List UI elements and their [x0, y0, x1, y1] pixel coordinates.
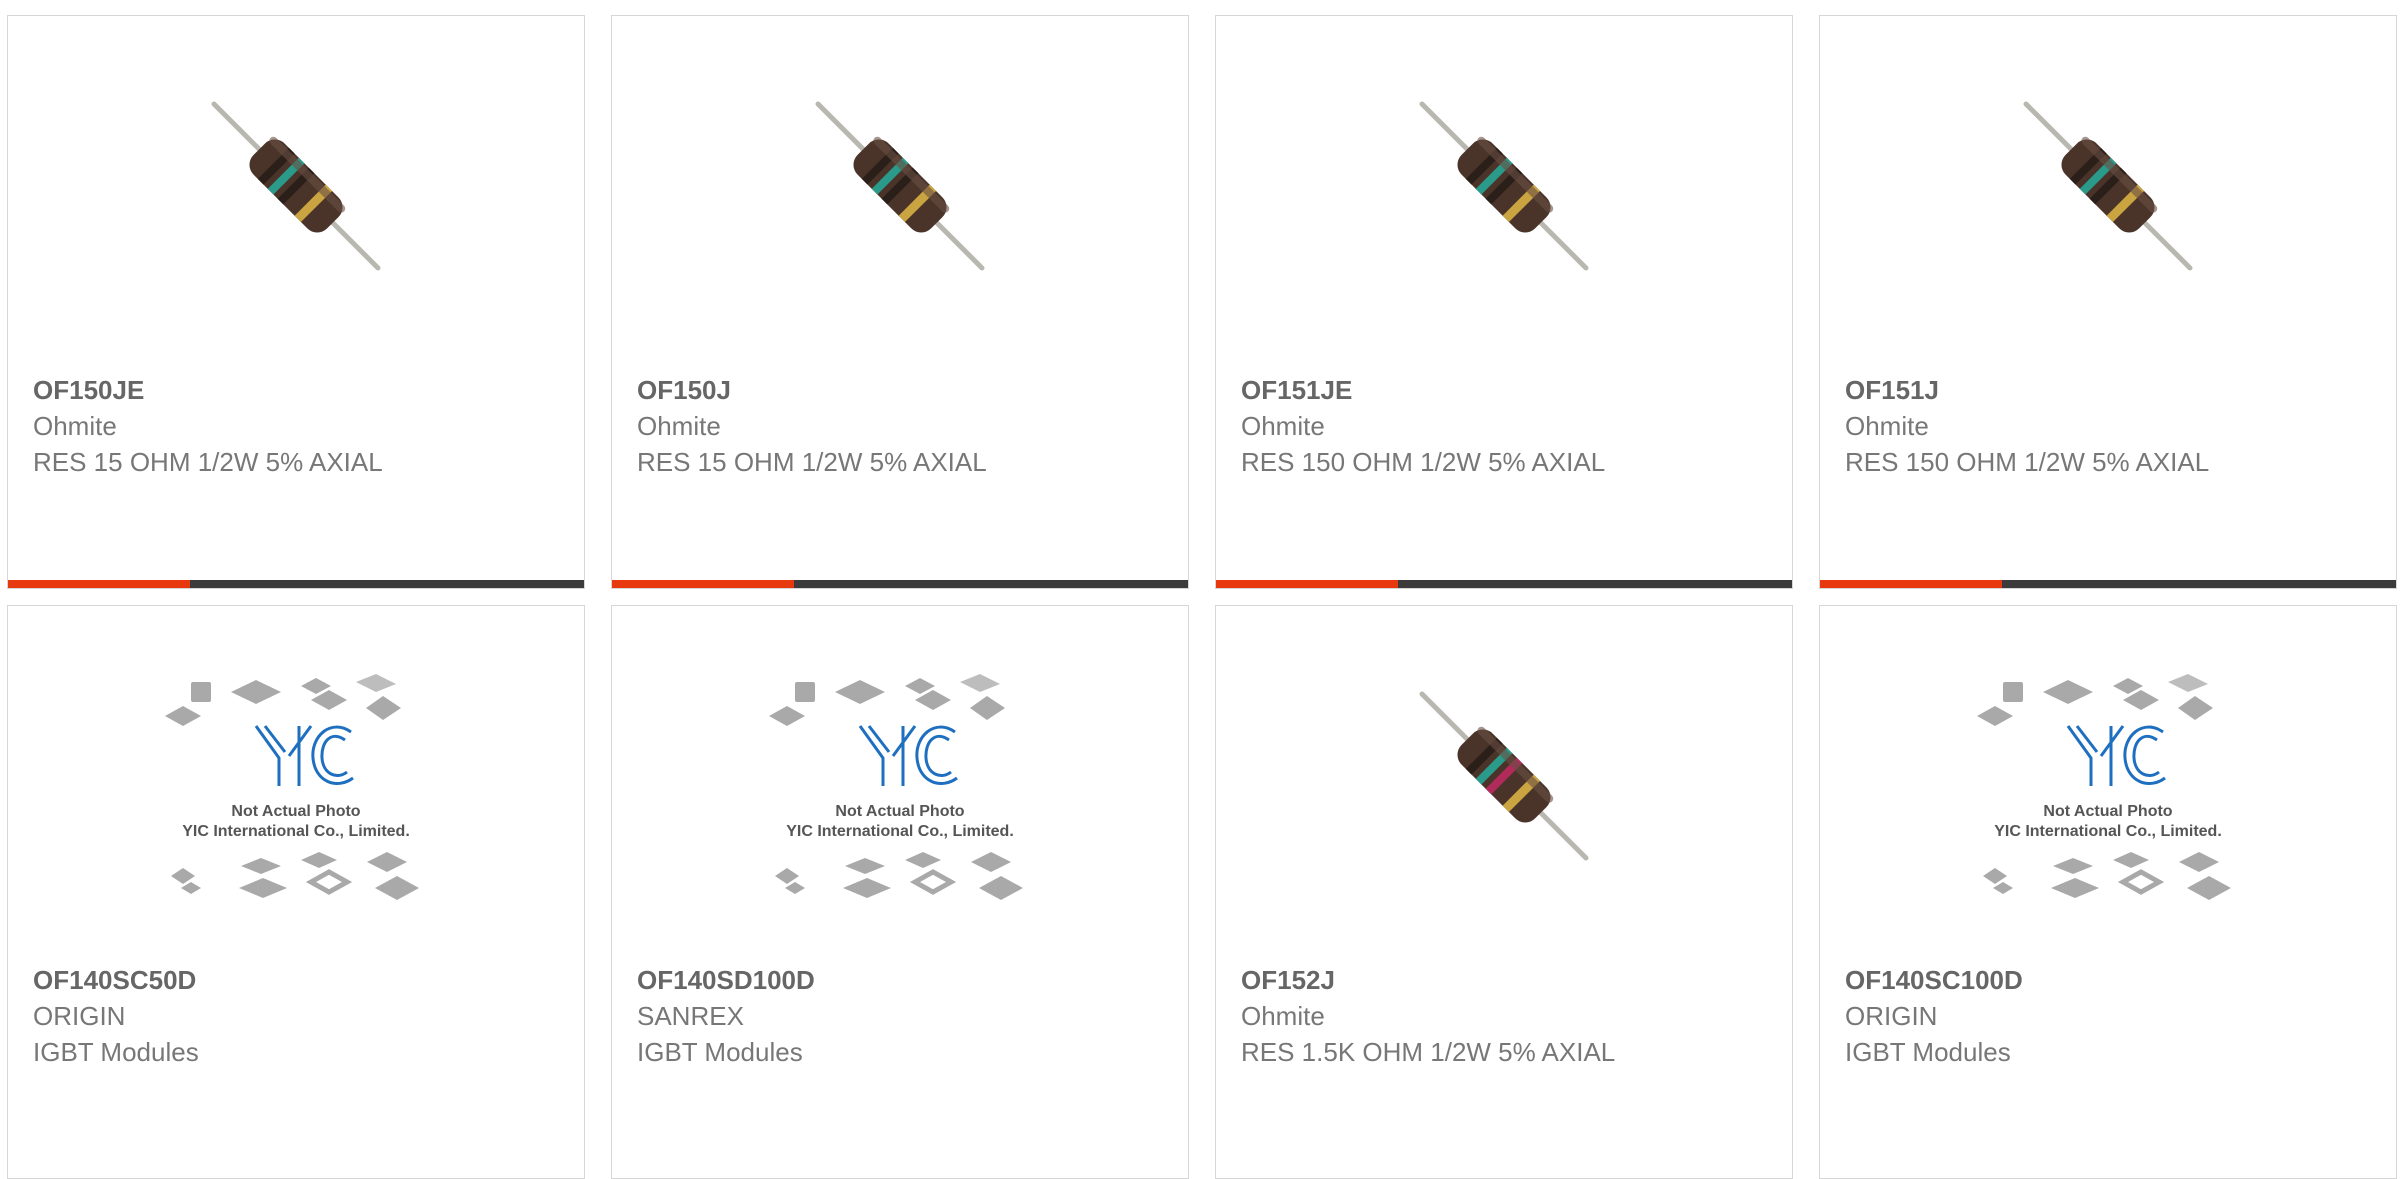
- description-label: RES 15 OHM 1/2W 5% AXIAL: [33, 447, 383, 477]
- description-label: RES 150 OHM 1/2W 5% AXIAL: [1241, 447, 1606, 477]
- placeholder-caption-2: YIC International Co., Limited.: [182, 823, 410, 840]
- part-number-link[interactable]: OF140SC50D: [33, 962, 564, 998]
- product-image[interactable]: [8, 76, 584, 326]
- product-card[interactable]: OF151JE Ohmite RES 150 OHM 1/2W 5% AXIAL: [1215, 15, 1793, 589]
- product-card[interactable]: Not Actual Photo YIC International Co., …: [1819, 605, 2397, 1179]
- manufacturer-label: Ohmite: [1241, 411, 1325, 441]
- card-footer-accent: [612, 580, 794, 588]
- part-number-link[interactable]: OF150J: [637, 372, 1168, 408]
- manufacturer-label: SANREX: [637, 1001, 744, 1031]
- card-footer-bar: [8, 580, 584, 588]
- description-label: IGBT Modules: [637, 1037, 803, 1067]
- card-footer-accent: [1216, 580, 1398, 588]
- manufacturer-label: Ohmite: [1845, 411, 1929, 441]
- product-card[interactable]: OF150JE Ohmite RES 15 OHM 1/2W 5% AXIAL: [7, 15, 585, 589]
- card-footer-bar: [612, 580, 1188, 588]
- product-image[interactable]: [1216, 666, 1792, 916]
- product-card[interactable]: OF152J Ohmite RES 1.5K OHM 1/2W 5% AXIAL: [1215, 605, 1793, 1179]
- part-number-link[interactable]: OF140SD100D: [637, 962, 1168, 998]
- resistor-image: [2023, 101, 2193, 271]
- manufacturer-label: Ohmite: [33, 411, 117, 441]
- product-image[interactable]: Not Actual Photo YIC International Co., …: [612, 666, 1188, 916]
- card-footer-bar: [1216, 580, 1792, 588]
- product-card[interactable]: Not Actual Photo YIC International Co., …: [611, 605, 1189, 1179]
- part-number-link[interactable]: OF151J: [1845, 372, 2376, 408]
- description-label: RES 1.5K OHM 1/2W 5% AXIAL: [1241, 1037, 1616, 1067]
- part-number-link[interactable]: OF151JE: [1241, 372, 1772, 408]
- placeholder-caption-1: Not Actual Photo: [231, 803, 360, 820]
- resistor-image: [1419, 101, 1589, 271]
- not-actual-photo-image: Not Actual Photo YIC International Co., …: [1977, 674, 2231, 900]
- placeholder-caption-2: YIC International Co., Limited.: [786, 823, 1014, 840]
- resistor-image: [815, 101, 985, 271]
- description-label: IGBT Modules: [33, 1037, 199, 1067]
- manufacturer-label: Ohmite: [637, 411, 721, 441]
- product-grid: OF150JE Ohmite RES 15 OHM 1/2W 5% AXIAL: [0, 0, 2400, 1179]
- card-footer-accent: [1820, 580, 2002, 588]
- resistor-image: [211, 101, 381, 271]
- not-actual-photo-image: Not Actual Photo YIC International Co., …: [769, 674, 1023, 900]
- resistor-image: [1419, 691, 1589, 861]
- product-image[interactable]: [1216, 76, 1792, 326]
- description-label: RES 15 OHM 1/2W 5% AXIAL: [637, 447, 987, 477]
- product-image[interactable]: Not Actual Photo YIC International Co., …: [1820, 666, 2396, 916]
- part-number-link[interactable]: OF150JE: [33, 372, 564, 408]
- part-number-link[interactable]: OF140SC100D: [1845, 962, 2376, 998]
- card-footer-bar: [1820, 580, 2396, 588]
- product-image[interactable]: [1820, 76, 2396, 326]
- product-card[interactable]: OF150J Ohmite RES 15 OHM 1/2W 5% AXIAL: [611, 15, 1189, 589]
- placeholder-caption-1: Not Actual Photo: [2043, 803, 2172, 820]
- product-card[interactable]: Not Actual Photo YIC International Co., …: [7, 605, 585, 1179]
- manufacturer-label: Ohmite: [1241, 1001, 1325, 1031]
- product-image[interactable]: Not Actual Photo YIC International Co., …: [8, 666, 584, 916]
- manufacturer-label: ORIGIN: [33, 1001, 126, 1031]
- description-label: RES 150 OHM 1/2W 5% AXIAL: [1845, 447, 2210, 477]
- product-image[interactable]: [612, 76, 1188, 326]
- card-footer-accent: [8, 580, 190, 588]
- product-card[interactable]: OF151J Ohmite RES 150 OHM 1/2W 5% AXIAL: [1819, 15, 2397, 589]
- placeholder-caption-2: YIC International Co., Limited.: [1994, 823, 2222, 840]
- manufacturer-label: ORIGIN: [1845, 1001, 1938, 1031]
- not-actual-photo-image: Not Actual Photo YIC International Co., …: [165, 674, 419, 900]
- placeholder-caption-1: Not Actual Photo: [835, 803, 964, 820]
- part-number-link[interactable]: OF152J: [1241, 962, 1772, 998]
- description-label: IGBT Modules: [1845, 1037, 2011, 1067]
